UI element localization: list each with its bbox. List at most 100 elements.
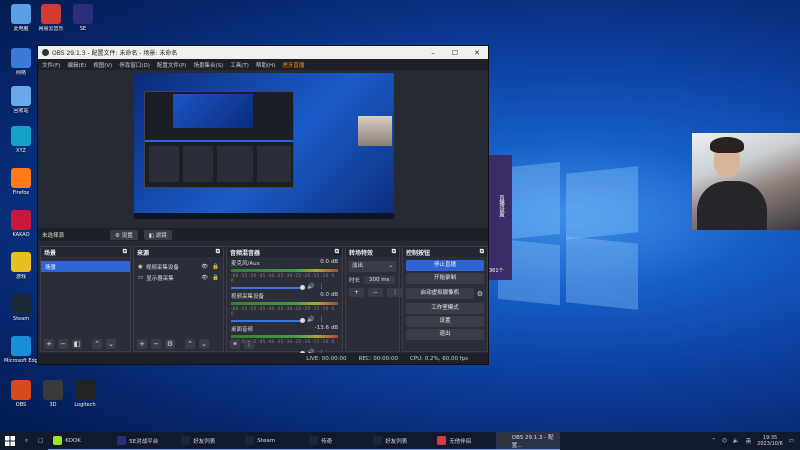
search-icon[interactable]: ⌕ <box>20 432 33 450</box>
move-up-icon[interactable]: ⌃ <box>185 339 195 349</box>
exit-button[interactable]: 退出 <box>406 329 484 340</box>
gear-icon[interactable]: ⚙ <box>477 290 483 298</box>
add-icon[interactable]: + <box>137 339 147 349</box>
remove-icon[interactable]: − <box>151 339 161 349</box>
dock-float-icon[interactable]: ⧉ <box>335 248 339 256</box>
desktop-icon[interactable]: Steam <box>4 294 38 322</box>
chevron-up-icon[interactable]: ⌃ <box>711 438 716 444</box>
studio-mode-button[interactable]: 工作室模式 <box>406 303 484 314</box>
clock[interactable]: 19:35 2023/10/6 <box>757 435 783 447</box>
source-item[interactable]: ◉ 视频采集设备 👁 🔒 <box>134 261 223 272</box>
more-icon[interactable]: ⋮ <box>244 339 254 349</box>
desktop-icon[interactable]: 此电脑 <box>4 4 38 32</box>
taskbar-app[interactable]: 传奇 <box>304 432 369 450</box>
taskbar-app[interactable]: Steam <box>240 432 305 450</box>
taskbar-app[interactable]: 无他伴侣 <box>432 432 497 450</box>
more-icon[interactable]: ⋮ <box>318 283 324 290</box>
minimize-icon[interactable]: – <box>422 49 444 57</box>
properties-button[interactable]: ⚙ 设置 <box>110 229 138 240</box>
volume-slider[interactable] <box>231 317 305 323</box>
desktop-icon[interactable]: 游戏 <box>4 252 38 280</box>
close-icon[interactable]: ✕ <box>466 49 488 57</box>
desktop-icon[interactable]: XYZ <box>4 126 38 154</box>
desktop-icon[interactable]: Logitech <box>68 380 102 408</box>
add-icon[interactable]: + <box>44 339 54 349</box>
obs-window-title: OBS 29.1.3 - 配置文件: 未命名 - 场景: 未命名 <box>52 50 178 57</box>
channel-db: -13.6 dB <box>314 325 338 331</box>
desktop-icon[interactable]: 回收站 <box>4 86 38 114</box>
taskbar-app[interactable]: OBS 29.1.3 - 配置... <box>496 432 561 450</box>
remove-icon[interactable]: − <box>58 339 68 349</box>
app-icon <box>11 48 31 68</box>
menu-item[interactable]: 停靠窗口(D) <box>119 61 150 69</box>
menu-item[interactable]: 文件(F) <box>42 61 60 69</box>
taskbar: ⌕ ▢ KOOK 5E对战平台 好友列表 Steam 传奇 好友列表 无他伴侣 OBS 29.… <box>0 432 800 450</box>
obs-titlebar[interactable]: OBS 29.1.3 - 配置文件: 未命名 - 场景: 未命名 – ☐ ✕ <box>38 46 488 59</box>
menu-item[interactable]: 帮助(H) <box>256 61 275 69</box>
start-button[interactable] <box>0 432 20 450</box>
taskbar-app[interactable]: 5E对战平台 <box>112 432 177 450</box>
lock-icon[interactable]: 🔒 <box>212 275 219 281</box>
taskbar-app[interactable]: 好友列表 <box>368 432 433 450</box>
channel-name: 视频采集设备 <box>231 294 265 300</box>
visibility-icon[interactable]: 👁 <box>201 264 208 270</box>
camera-icon: ◉ <box>138 263 143 270</box>
desktop-icon[interactable]: 3D <box>36 380 70 408</box>
move-down-icon[interactable]: ⌄ <box>199 339 209 349</box>
more-icon[interactable]: ⋮ <box>318 316 324 323</box>
menu-item[interactable]: 场景集合(S) <box>193 61 223 69</box>
ime-icon[interactable]: 英 <box>746 437 752 445</box>
stream-side-panel[interactable]: 直播设置 361个 <box>489 155 512 280</box>
task-view-icon[interactable]: ▢ <box>33 432 48 450</box>
scene-item[interactable]: 场景 <box>41 261 130 272</box>
speaker-icon[interactable]: 🔊 <box>307 283 314 290</box>
source-item[interactable]: ▭ 显示器采集 👁 🔒 <box>134 272 223 283</box>
desktop-icon[interactable]: 网络 <box>4 48 38 76</box>
stop-streaming-button[interactable]: 停止直播 <box>406 260 484 271</box>
obs-preview[interactable] <box>38 70 488 228</box>
desktop-icon[interactable]: Firefox <box>4 168 38 196</box>
desktop-icon[interactable]: OBS <box>4 380 38 408</box>
menu-item[interactable]: 编辑(E) <box>67 61 86 69</box>
remove-icon[interactable]: − <box>368 288 384 297</box>
move-down-icon[interactable]: ⌄ <box>106 339 116 349</box>
scenes-title: 场景 <box>44 249 57 257</box>
filters-button[interactable]: ◧ 滤镜 <box>143 229 172 240</box>
menu-item[interactable]: 配置文件(P) <box>157 61 187 69</box>
speaker-icon[interactable]: 🔊 <box>307 316 314 323</box>
desktop-icon[interactable]: 网易云音乐 <box>34 4 68 32</box>
notification-icon[interactable]: ▭ <box>789 438 794 444</box>
obs-window[interactable]: OBS 29.1.3 - 配置文件: 未命名 - 场景: 未命名 – ☐ ✕ 文… <box>37 45 489 365</box>
taskbar-app[interactable]: 好友列表 <box>176 432 241 450</box>
meter-scale: -60 -55 -50 -45 -40 -35 -30 -25 -20 -15 … <box>231 273 335 283</box>
dock-float-icon[interactable]: ⧉ <box>392 248 396 256</box>
visibility-icon[interactable]: 👁 <box>201 275 208 281</box>
transition-select[interactable]: 淡出 ⌄ <box>349 261 396 272</box>
add-icon[interactable]: + <box>349 288 365 297</box>
start-virtual-camera-button[interactable]: 启动虚拟摄像机 <box>406 288 474 299</box>
menu-item[interactable]: 工具(T) <box>230 61 249 69</box>
maximize-icon[interactable]: ☐ <box>444 49 466 57</box>
more-icon[interactable]: ⋮ <box>387 288 404 297</box>
volume-slider[interactable] <box>231 284 305 290</box>
menu-item[interactable]: 虎牙直播 <box>282 61 304 69</box>
start-recording-button[interactable]: 开始录制 <box>406 273 484 284</box>
menu-item[interactable]: 视图(V) <box>93 61 112 69</box>
dock-float-icon[interactable]: ⧉ <box>123 248 127 256</box>
volume-icon[interactable]: 🔈 <box>733 438 740 444</box>
desktop-icon[interactable]: KAKAO <box>4 210 38 238</box>
desktop-icon[interactable]: Microsoft Edge <box>4 336 38 364</box>
gear-icon[interactable]: ⚙ <box>165 339 175 349</box>
dock-float-icon[interactable]: ⧉ <box>480 248 484 256</box>
dock-float-icon[interactable]: ⧉ <box>216 248 220 256</box>
network-icon[interactable]: ⌬ <box>722 438 727 444</box>
taskbar-app[interactable]: KOOK <box>48 432 113 450</box>
live-status: LIVE: 00:00:00 <box>306 355 347 362</box>
link-icon[interactable]: ⚭ <box>230 339 240 349</box>
desktop-icon[interactable]: SE <box>66 4 100 32</box>
lock-icon[interactable]: 🔒 <box>212 264 219 270</box>
filter-icon[interactable]: ◧ <box>72 339 82 349</box>
move-up-icon[interactable]: ⌃ <box>92 339 102 349</box>
settings-button[interactable]: 设置 <box>406 316 484 327</box>
duration-input[interactable]: 300 ms <box>364 275 395 284</box>
